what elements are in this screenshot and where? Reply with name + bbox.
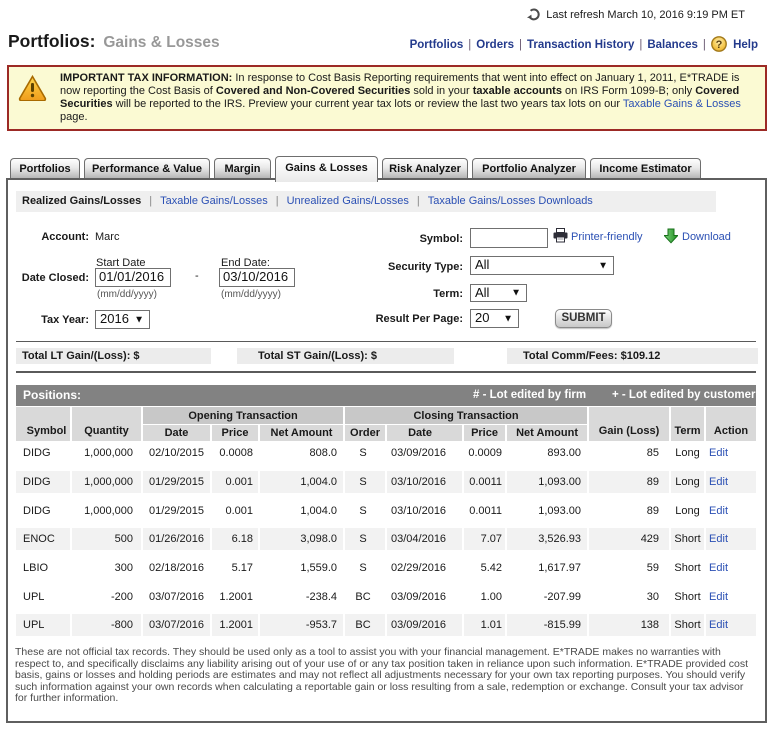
svg-text:?: ? [716,39,723,51]
